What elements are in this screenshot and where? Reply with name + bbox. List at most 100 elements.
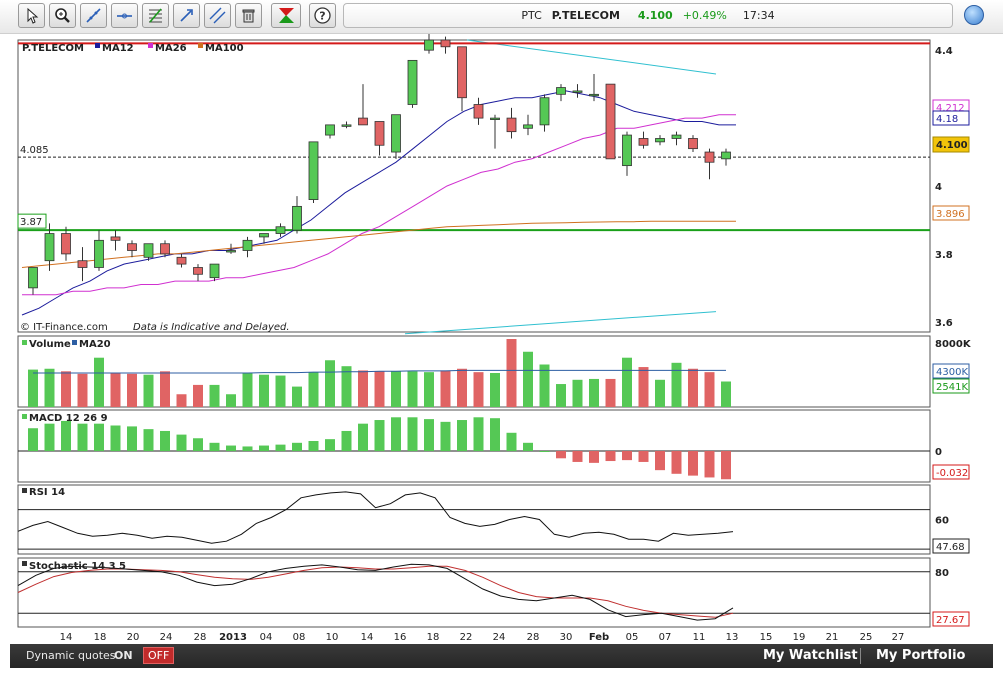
volume-bar (127, 373, 137, 407)
macd-bar (77, 423, 88, 452)
macd-bar (473, 417, 484, 452)
legend-swatch-stochastic (22, 561, 27, 566)
macd-bar (622, 451, 632, 461)
candle (28, 267, 38, 289)
level-label-4085: 4.085 (20, 145, 49, 156)
legend-ma26: MA26 (155, 43, 187, 54)
volume-bar (143, 374, 154, 407)
quote-name: P.TELECOM (551, 9, 620, 22)
x-axis-label: 28 (527, 632, 540, 642)
volume-bar (160, 371, 170, 407)
candle (358, 117, 368, 126)
toolbar: ? PTC P.TELECOM 4.100 +0.49% 17:34 (0, 0, 1003, 34)
x-axis-label: 04 (260, 632, 273, 642)
candle (143, 243, 154, 258)
channel-tool-button[interactable] (204, 3, 231, 28)
macd-tag: -0.032 (936, 468, 968, 479)
my-watchlist-link[interactable]: My Watchlist (763, 648, 858, 663)
volume-bar (193, 384, 203, 407)
arrow-tool-button[interactable] (173, 3, 200, 28)
x-axis-label: 22 (460, 632, 473, 642)
stochastic-tag: 27.67 (936, 615, 965, 626)
stochastic-title: Stochastic 14 3 5 (29, 561, 126, 572)
macd-bar (523, 442, 533, 452)
macd-bar (638, 451, 649, 462)
stochastic-panel (17, 557, 931, 628)
candle (556, 87, 566, 95)
volume-ytick: 8000K (935, 339, 972, 350)
x-axis-label: 11 (693, 632, 706, 642)
zoom-icon (55, 8, 70, 23)
price-chart-title: P.TELECOM (22, 43, 84, 54)
volume-bar (622, 357, 632, 407)
macd-bar (325, 439, 335, 452)
x-axis-label: 15 (760, 632, 773, 642)
volume-bar (77, 373, 88, 407)
x-axis-label: 07 (659, 632, 672, 642)
x-axis-label: 24 (493, 632, 506, 642)
candle (209, 263, 220, 279)
macd-bar (671, 451, 682, 474)
candle (77, 260, 88, 268)
delete-tool-button[interactable] (235, 3, 262, 28)
volume-bar (44, 368, 55, 407)
chart-area[interactable]: 4.085 3.87 P.TELECOM MA12 MA26 MA100 © IT-Fina… (0, 34, 1003, 642)
x-axis-label: 16 (394, 632, 407, 642)
macd-bar (259, 445, 269, 452)
x-axis-label: 08 (293, 632, 306, 642)
x-axis-label: 24 (160, 632, 173, 642)
pointer-tool-button[interactable] (18, 3, 45, 28)
candle (259, 233, 269, 238)
volume-bar (523, 351, 533, 407)
trash-icon (242, 9, 255, 23)
candle (94, 239, 104, 268)
macd-bar (374, 420, 385, 452)
volume-bar (556, 384, 566, 407)
legend-swatch-macd (22, 414, 27, 419)
disclaimer-label: Data is Indicative and Delayed. (133, 322, 290, 333)
volume-bar (209, 384, 220, 407)
zoom-tool-button[interactable] (49, 3, 76, 28)
candle (308, 141, 319, 200)
candle (688, 138, 698, 150)
support-label: 3.87 (20, 217, 42, 228)
candle (440, 39, 451, 48)
price-ytick: 4.4 (935, 46, 953, 57)
help-tool-button[interactable]: ? (309, 3, 336, 28)
candle (704, 151, 715, 163)
price-tag: 4.100 (936, 140, 968, 151)
candle (671, 134, 682, 139)
macd-bar (605, 451, 616, 462)
dynamic-quotes-off-toggle[interactable]: OFF (143, 647, 175, 664)
trendline-tool-button[interactable] (80, 3, 107, 28)
candle (589, 93, 599, 97)
info-button[interactable] (964, 5, 984, 25)
macd-bar (358, 423, 368, 452)
macd-bar (655, 451, 665, 471)
volume-bar (259, 374, 269, 407)
legend-swatch-ma12 (95, 43, 100, 48)
candle (275, 226, 286, 234)
x-axis-label: 10 (326, 632, 339, 642)
quote-change: +0.49% (682, 9, 727, 22)
macd-bar (539, 451, 550, 453)
x-axis-label: 14 (60, 632, 73, 642)
volume-bar (490, 373, 500, 407)
my-portfolio-link[interactable]: My Portfolio (876, 648, 965, 663)
candle (490, 117, 500, 120)
candle (292, 205, 302, 231)
candle (110, 236, 121, 241)
candle (457, 46, 467, 99)
candle (242, 239, 253, 251)
fibonacci-tool-button[interactable] (142, 3, 169, 28)
dynamic-quotes-on-toggle[interactable]: ON (114, 649, 133, 662)
volume-bar (655, 379, 665, 407)
channel-icon (209, 7, 226, 24)
horizontal-line-tool-button[interactable] (111, 3, 138, 28)
horizontal-line-icon (117, 13, 132, 19)
macd-bar (209, 442, 220, 452)
chart-type-tool-button[interactable] (271, 3, 301, 28)
x-axis-label: 28 (194, 632, 207, 642)
volume-bar (424, 372, 434, 407)
macd-bar (44, 423, 55, 452)
